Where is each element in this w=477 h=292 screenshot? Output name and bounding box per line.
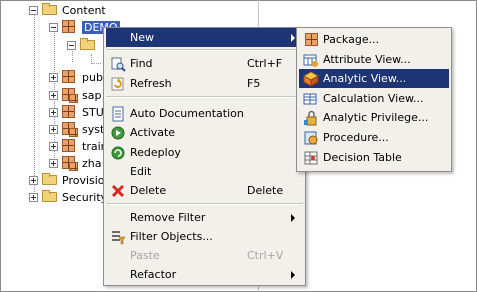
menu-separator [106, 49, 303, 51]
menu-item-remove-filter[interactable]: Remove Filter [106, 208, 303, 227]
menu-item-auto-documentation[interactable]: Auto Documentation [106, 104, 303, 123]
tree-item-package[interactable]: syst [49, 120, 104, 138]
expand-icon[interactable] [49, 141, 58, 151]
expand-icon[interactable] [49, 90, 58, 100]
tree-item-label: zha [82, 156, 102, 170]
collapse-icon[interactable] [29, 5, 38, 15]
collapse-icon[interactable] [67, 40, 76, 50]
tree-item-label: Content [62, 3, 106, 17]
tree-item-label: Security [62, 190, 108, 204]
tree-item-label: STU [82, 105, 104, 119]
menu-item-refactor[interactable]: Refactor [106, 265, 303, 284]
folder-icon [42, 190, 58, 204]
find-icon [110, 56, 126, 72]
package-icon [62, 105, 78, 119]
expand-icon[interactable] [29, 192, 38, 202]
menu-item-filter-objects[interactable]: Filter Objects... [106, 227, 303, 246]
expand-icon[interactable] [49, 124, 58, 134]
menu-item-refresh[interactable]: Refresh F5 [106, 74, 303, 93]
menu-item-find[interactable]: Find Ctrl+F [106, 54, 303, 73]
submenu-item-decision-table[interactable]: Decision Table [299, 148, 449, 167]
menu-item-paste: Paste Ctrl+V [130, 249, 284, 262]
package-icon [62, 70, 78, 84]
attribute-view-icon [303, 52, 319, 68]
new-submenu: Package... Attribute View... Analytic Vi… [296, 27, 452, 172]
package-group-icon [62, 88, 78, 103]
menu-item-redeploy[interactable]: Redeploy [106, 143, 303, 162]
analytic-view-icon [303, 70, 319, 87]
menu-item-activate[interactable]: Activate [106, 123, 303, 142]
submenu-arrow-icon [291, 213, 295, 222]
calculation-view-icon [303, 91, 319, 107]
expand-icon[interactable] [49, 107, 58, 117]
submenu-item-analytic-privilege[interactable]: Analytic Privilege... [299, 108, 449, 127]
menu-separator [106, 203, 303, 205]
filter-icon [110, 229, 126, 245]
tree-item-demo-child[interactable] [67, 36, 100, 54]
submenu-arrow-icon [291, 33, 295, 42]
menu-separator [106, 96, 303, 98]
package-icon [303, 32, 319, 48]
tree-item-label: sap [82, 88, 102, 102]
tree-item-package[interactable]: publ [49, 68, 106, 86]
menu-item-delete[interactable]: Delete Delete [106, 181, 303, 200]
tree-line [91, 63, 101, 64]
tree-item-package[interactable]: zha [49, 154, 102, 172]
menu-item-new[interactable]: New [106, 28, 303, 47]
procedure-icon [303, 130, 319, 146]
tree-item-package[interactable]: STU [49, 103, 104, 121]
document-icon [110, 106, 126, 122]
expand-icon[interactable] [49, 158, 58, 168]
folder-icon [42, 173, 58, 187]
tree-item-content[interactable]: Content [29, 1, 106, 19]
menu-item-edit[interactable]: Edit [106, 162, 303, 181]
expand-icon[interactable] [49, 72, 58, 82]
activate-icon [110, 125, 126, 141]
tree-item-label: syst [82, 122, 105, 136]
tree-item-package[interactable]: train [49, 137, 108, 155]
tree-item-provisioning[interactable]: Provision [29, 171, 112, 189]
submenu-item-analytic-view[interactable]: Analytic View... [299, 69, 449, 88]
redeploy-icon [110, 145, 126, 161]
folder-open-icon [80, 38, 96, 52]
submenu-item-package[interactable]: Package... [299, 30, 449, 49]
analytic-privilege-icon [303, 110, 319, 126]
package-icon [62, 20, 78, 34]
refresh-icon [110, 76, 126, 92]
submenu-item-procedure[interactable]: Procedure... [299, 128, 449, 147]
tree-item-security[interactable]: Security [29, 188, 107, 206]
folder-open-icon [42, 3, 58, 17]
submenu-item-attribute-view[interactable]: Attribute View... [299, 50, 449, 69]
package-icon [62, 139, 78, 153]
collapse-icon[interactable] [49, 22, 58, 32]
expand-icon[interactable] [29, 175, 38, 185]
decision-table-icon [303, 150, 319, 166]
submenu-item-calculation-view[interactable]: Calculation View... [299, 89, 449, 108]
package-group-icon [62, 156, 78, 171]
tree-item-package[interactable]: sap [49, 86, 101, 104]
delete-icon [110, 183, 126, 199]
package-group-icon [62, 122, 78, 137]
context-menu: New Find Ctrl+F Refresh F5 Auto Document… [103, 27, 306, 286]
tree-line [34, 9, 35, 198]
submenu-arrow-icon [291, 270, 295, 279]
